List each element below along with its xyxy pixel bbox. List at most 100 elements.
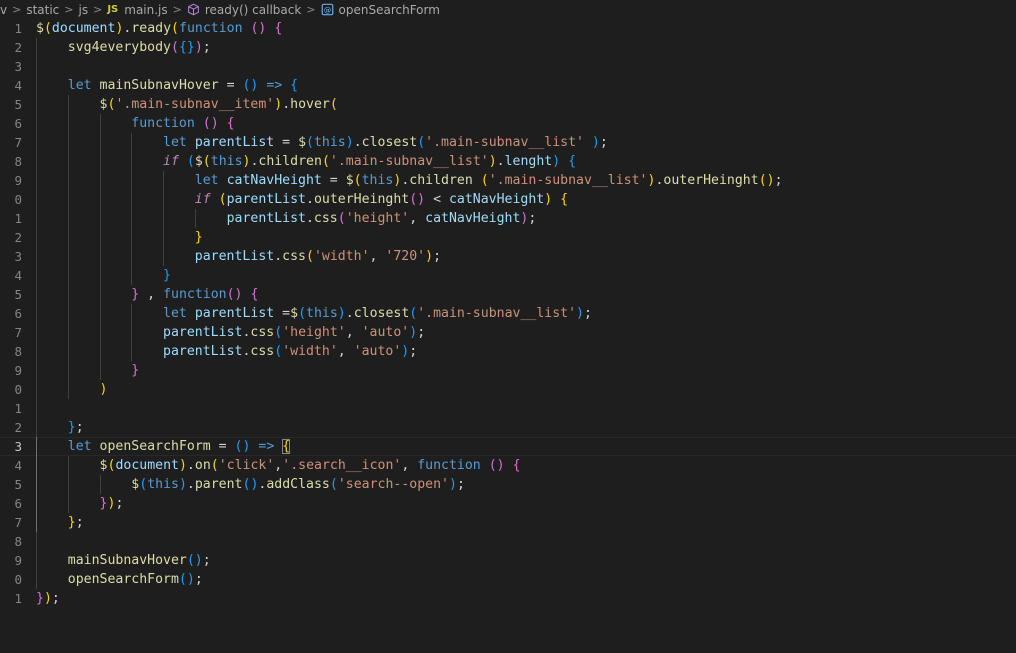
code-token: 'height': [345, 211, 410, 226]
code-line[interactable]: 3 let openSearchForm = () => {: [0, 437, 1016, 456]
code-token: (: [274, 325, 283, 340]
code-token: (): [186, 553, 203, 568]
chevron-right-icon: >: [306, 3, 316, 16]
code-token: ): [552, 154, 561, 169]
code-line[interactable]: 1 $(document).ready(function () {: [0, 19, 1016, 38]
code-token: .: [496, 154, 505, 169]
code-token: document: [115, 458, 179, 473]
code-token: (): [234, 439, 251, 454]
code-token: (): [250, 21, 267, 36]
code-line[interactable]: 7 let parentList = $(this).closest('.mai…: [0, 133, 1016, 152]
code-line[interactable]: 1: [0, 399, 1016, 418]
code-token: }: [67, 515, 76, 530]
code-token: }: [194, 230, 203, 245]
code-line[interactable]: 0 openSearchForm();: [0, 570, 1016, 589]
code-editor[interactable]: v > static > js > JS main.js > ready() c…: [0, 0, 1016, 653]
code-token: =: [218, 78, 243, 93]
code-token: (: [202, 154, 211, 169]
breadcrumb-item-file[interactable]: JS main.js: [107, 3, 167, 17]
code-token: parentList: [226, 211, 306, 226]
code-token: ,: [409, 211, 426, 226]
line-number: 3: [14, 59, 22, 74]
code-line[interactable]: 4 let mainSubnavHover = () => {: [0, 76, 1016, 95]
function-icon: @: [321, 3, 333, 16]
code-token: openSearchForm: [67, 572, 179, 587]
line-number: 5: [14, 287, 22, 302]
code-token: this: [306, 306, 338, 321]
code-token: '.main-subnav__list': [329, 154, 489, 169]
code-token: (: [417, 135, 426, 150]
breadcrumb-item-ready-callback[interactable]: ready() callback: [187, 3, 301, 17]
code-line[interactable]: 2 svg4everybody({});: [0, 38, 1016, 57]
code-line[interactable]: 5 $('.main-subnav__item').hover(: [0, 95, 1016, 114]
indent-guide: [36, 57, 37, 76]
code-token: {: [290, 78, 299, 93]
code-token: ;: [599, 135, 608, 150]
breadcrumb-item-label: openSearchForm: [338, 2, 440, 17]
code-token: ;: [202, 40, 211, 55]
code-line[interactable]: 6 let parentList =$(this).closest('.main…: [0, 304, 1016, 323]
breadcrumb: v > static > js > JS main.js > ready() c…: [0, 0, 1016, 19]
code-line[interactable]: 0 if (parentList.outerHeinght() < catNav…: [0, 190, 1016, 209]
code-line[interactable]: 4 $(document).on('click','.search__icon'…: [0, 456, 1016, 475]
breadcrumb-item-root[interactable]: v: [0, 3, 7, 17]
line-number: 3: [14, 439, 22, 454]
code-token: .: [274, 249, 283, 264]
code-token: {: [250, 287, 259, 302]
code-line[interactable]: 0 ): [0, 380, 1016, 399]
code-token: mainSubnavHover: [67, 553, 187, 568]
code-line[interactable]: 7 parentList.css('height', 'auto');: [0, 323, 1016, 342]
code-line[interactable]: 6 function () {: [0, 114, 1016, 133]
code-line[interactable]: 9 let catNavHeight = $(this).children ('…: [0, 171, 1016, 190]
code-line[interactable]: 3: [0, 57, 1016, 76]
code-token: (): [226, 287, 243, 302]
code-text: parentList.css('width', '720');: [36, 247, 441, 266]
code-token: (: [329, 477, 338, 492]
code-token: ): [544, 192, 553, 207]
indent-guide: [36, 399, 37, 418]
line-number: 9: [14, 553, 22, 568]
code-line[interactable]: 3 parentList.css('width', '720');: [0, 247, 1016, 266]
code-text: if ($(this).children('.main-subnav__list…: [36, 152, 576, 171]
code-line[interactable]: 2 };: [0, 418, 1016, 437]
code-line[interactable]: 7 };: [0, 513, 1016, 532]
code-line[interactable]: 5 $(this).parent().addClass('search--ope…: [0, 475, 1016, 494]
code-line[interactable]: 1 parentList.css('height', catNavHeight)…: [0, 209, 1016, 228]
code-area[interactable]: 1 $(document).ready(function () {2 svg4ev…: [0, 19, 1016, 653]
line-number: 5: [14, 97, 22, 112]
code-token: ): [99, 382, 108, 397]
code-line[interactable]: 2 }: [0, 228, 1016, 247]
code-token: '.main-subnav__item': [115, 97, 275, 112]
code-line[interactable]: 4 }: [0, 266, 1016, 285]
code-token: (: [329, 97, 338, 112]
code-line[interactable]: 8 if ($(this).children('.main-subnav__li…: [0, 152, 1016, 171]
code-token: closest: [361, 135, 418, 150]
code-token: (): [242, 78, 259, 93]
code-token: children: [258, 154, 322, 169]
code-line[interactable]: 9 }: [0, 361, 1016, 380]
code-line[interactable]: 9 mainSubnavHover();: [0, 551, 1016, 570]
code-token: (: [306, 135, 314, 150]
breadcrumb-item-js[interactable]: js: [79, 3, 89, 17]
code-line[interactable]: 5 } , function() {: [0, 285, 1016, 304]
line-number: 6: [14, 496, 22, 511]
code-line[interactable]: 1});: [0, 589, 1016, 608]
code-token: ;: [194, 572, 203, 587]
line-number: 4: [14, 268, 22, 283]
line-number: 0: [14, 192, 22, 207]
breadcrumb-item-static[interactable]: static: [26, 3, 59, 17]
code-line[interactable]: 6 });: [0, 494, 1016, 513]
code-line[interactable]: 8 parentList.css('width', 'auto');: [0, 342, 1016, 361]
line-number: 1: [14, 401, 22, 416]
breadcrumb-item-open-search-form[interactable]: @ openSearchForm: [321, 3, 440, 17]
code-line[interactable]: 8: [0, 532, 1016, 551]
